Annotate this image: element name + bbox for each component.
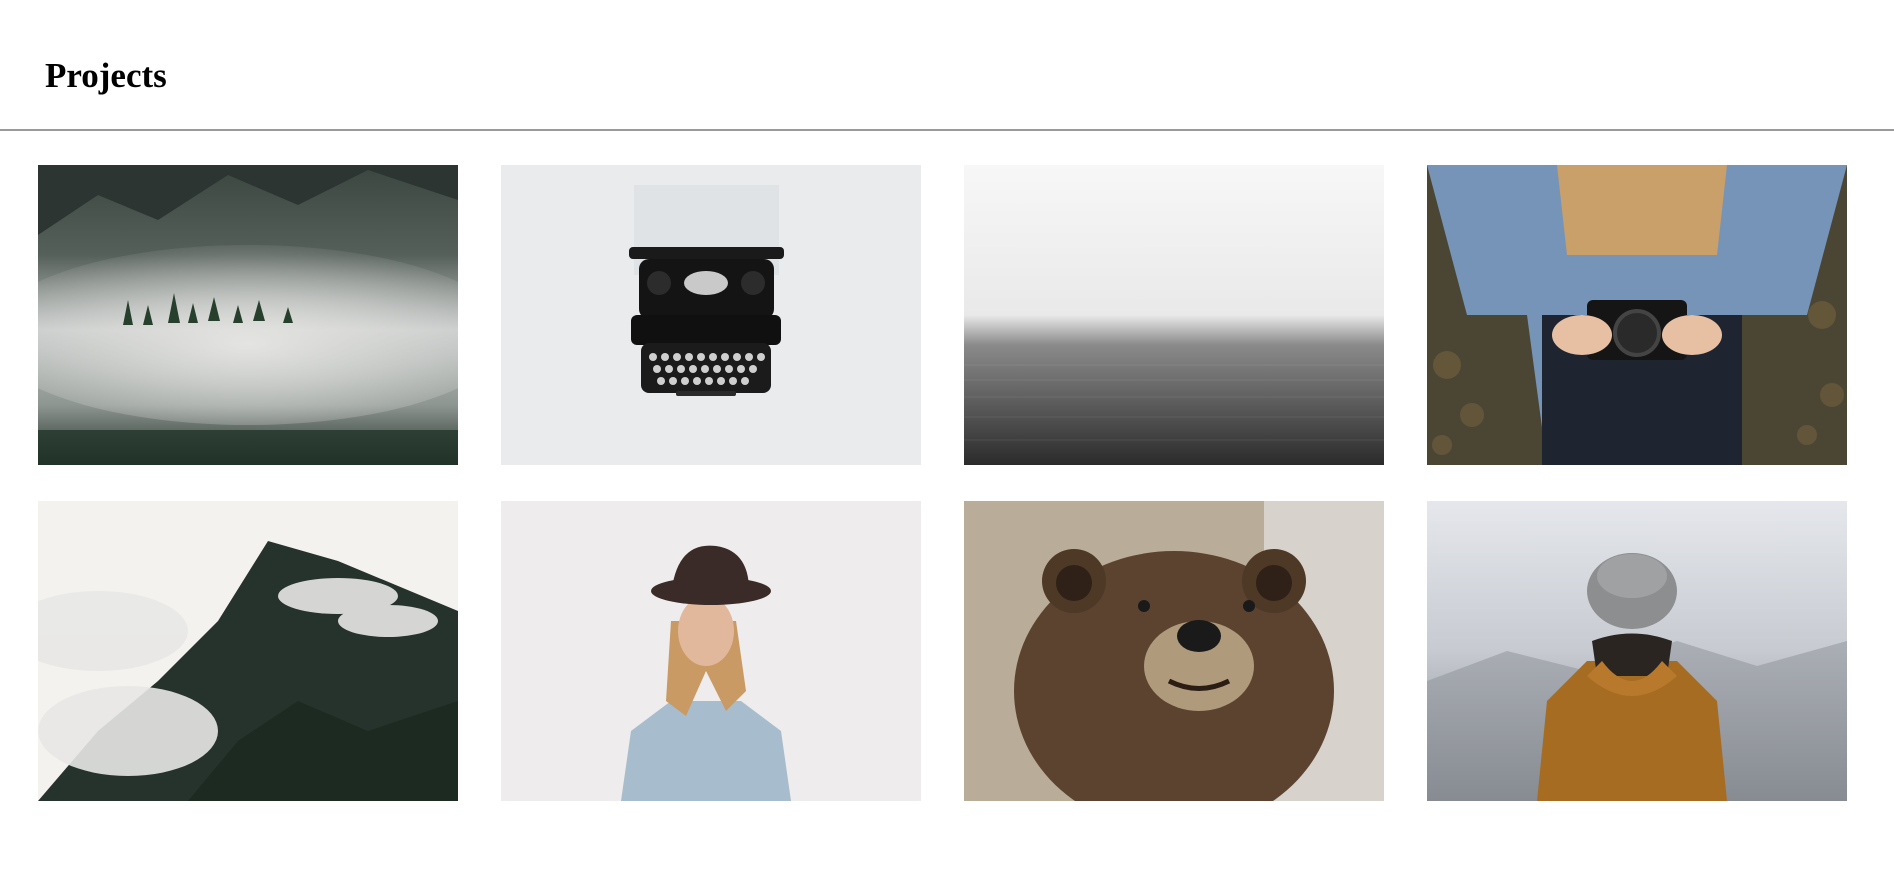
typewriter-image: [501, 165, 921, 465]
page-title: Projects: [45, 56, 167, 95]
woman-hat-image: [501, 501, 921, 801]
project-card[interactable]: [38, 165, 458, 465]
project-card[interactable]: [501, 501, 921, 801]
woman-camera-image: [1427, 165, 1847, 465]
cloudy-mountain-image: [38, 501, 458, 801]
project-card[interactable]: [1427, 165, 1847, 465]
project-gallery: [38, 165, 1848, 801]
project-card[interactable]: [964, 165, 1384, 465]
project-card[interactable]: [501, 165, 921, 465]
brown-bear-image: [964, 501, 1384, 801]
project-card[interactable]: [38, 501, 458, 801]
project-card[interactable]: [1427, 501, 1847, 801]
hooded-person-image: [1427, 501, 1847, 801]
misty-forest-image: [38, 165, 458, 465]
foggy-sea-image: [964, 165, 1384, 465]
project-card[interactable]: [964, 501, 1384, 801]
page-header: Projects: [0, 0, 1894, 131]
